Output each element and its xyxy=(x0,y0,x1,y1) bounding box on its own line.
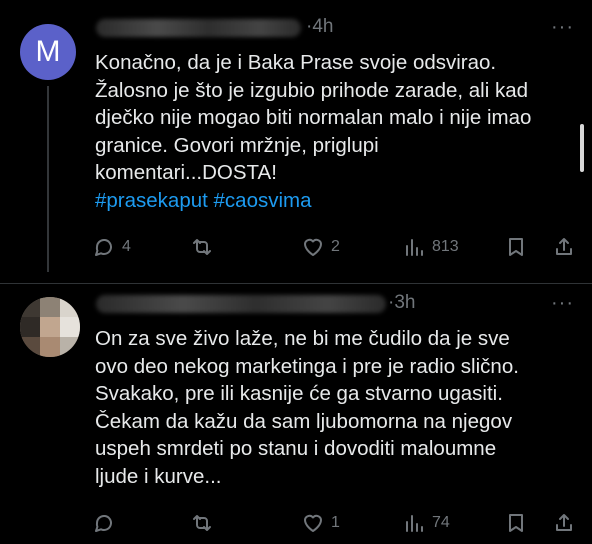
share-button[interactable] xyxy=(552,232,576,262)
avatar-letter: M xyxy=(35,35,61,68)
tweet-text: Konačno, da je i Baka Prase svoje odsvir… xyxy=(95,49,555,214)
pixelated-avatar-image xyxy=(20,297,80,357)
reply-button[interactable]: 4 xyxy=(92,232,131,262)
retweet-icon xyxy=(193,515,211,531)
like-count: 2 xyxy=(331,238,340,255)
bookmark-button[interactable] xyxy=(504,232,528,262)
tweet-line: On za sve živo laže, ne bi me čudilo da … xyxy=(95,327,510,350)
share-icon xyxy=(556,514,572,531)
retweet-button[interactable] xyxy=(190,508,220,538)
heart-icon xyxy=(304,238,322,256)
thread-line xyxy=(47,86,49,272)
tweet-line: ovo deo nekog marketinga i pre je radio … xyxy=(95,354,519,378)
tweet-line: Konačno, da je i Baka Prase svoje odsvir… xyxy=(95,51,497,74)
tweet-actions: 4 2 813 xyxy=(92,232,582,262)
avatar[interactable] xyxy=(20,297,80,357)
views-button[interactable]: 74 xyxy=(402,508,450,538)
more-options-button[interactable]: ··· xyxy=(551,292,574,315)
redacted-username xyxy=(96,295,386,313)
tweet-actions: 1 74 xyxy=(92,508,582,538)
tweet[interactable]: ·3h ··· On za sve živo laže, ne bi me ču… xyxy=(0,283,592,544)
retweet-button[interactable] xyxy=(190,232,220,262)
timestamp[interactable]: ·4h xyxy=(306,16,333,38)
bookmark-button[interactable] xyxy=(504,508,528,538)
views-button[interactable]: 813 xyxy=(402,232,459,262)
avatar[interactable]: M xyxy=(20,24,76,80)
bookmark-icon xyxy=(509,238,523,256)
tweet-text: On za sve živo laže, ne bi me čudilo da … xyxy=(95,325,555,490)
tweet-line: ljude i kurve... xyxy=(95,464,222,488)
like-button[interactable]: 1 xyxy=(301,508,340,538)
reply-icon xyxy=(95,514,112,532)
reply-count: 4 xyxy=(122,238,131,255)
tweet-line: uspeh smrdeti po stanu i dovoditi maloum… xyxy=(95,437,497,460)
share-icon xyxy=(556,238,572,255)
timestamp[interactable]: ·3h xyxy=(388,292,415,314)
like-count: 1 xyxy=(331,514,340,531)
tweet-line: Žalosno je što je izgubio prihode zarade… xyxy=(95,78,529,102)
hashtags-link[interactable]: #prasekaput #caosvima xyxy=(95,187,555,215)
reply-icon xyxy=(95,238,112,256)
bookmark-icon xyxy=(509,514,523,532)
like-button[interactable]: 2 xyxy=(301,232,340,262)
redacted-username xyxy=(96,19,301,37)
views-count: 813 xyxy=(432,238,459,255)
tweet-line: Svakako, pre ili kasnije će ga stvarno u… xyxy=(95,382,503,405)
more-options-button[interactable]: ··· xyxy=(551,16,574,39)
share-button[interactable] xyxy=(552,508,576,538)
tweet-line: Čekam da kažu da sam ljubomorna na njego… xyxy=(95,409,513,433)
reply-button[interactable] xyxy=(92,508,122,538)
heart-icon xyxy=(304,514,322,532)
tweet-line: granice. Govori mržnje, priglupi xyxy=(95,133,379,157)
tweet-line: dječko nije mogao biti normalan malo i n… xyxy=(95,106,532,129)
tweet[interactable]: M ·4h ··· Konačno, da je i Baka Prase sv… xyxy=(0,0,592,283)
views-icon xyxy=(406,239,423,256)
tweet-line: komentari...DOSTA! xyxy=(95,161,277,184)
views-count: 74 xyxy=(432,514,450,531)
retweet-icon xyxy=(193,239,211,255)
views-icon xyxy=(406,515,423,532)
scrollbar[interactable] xyxy=(580,124,584,172)
